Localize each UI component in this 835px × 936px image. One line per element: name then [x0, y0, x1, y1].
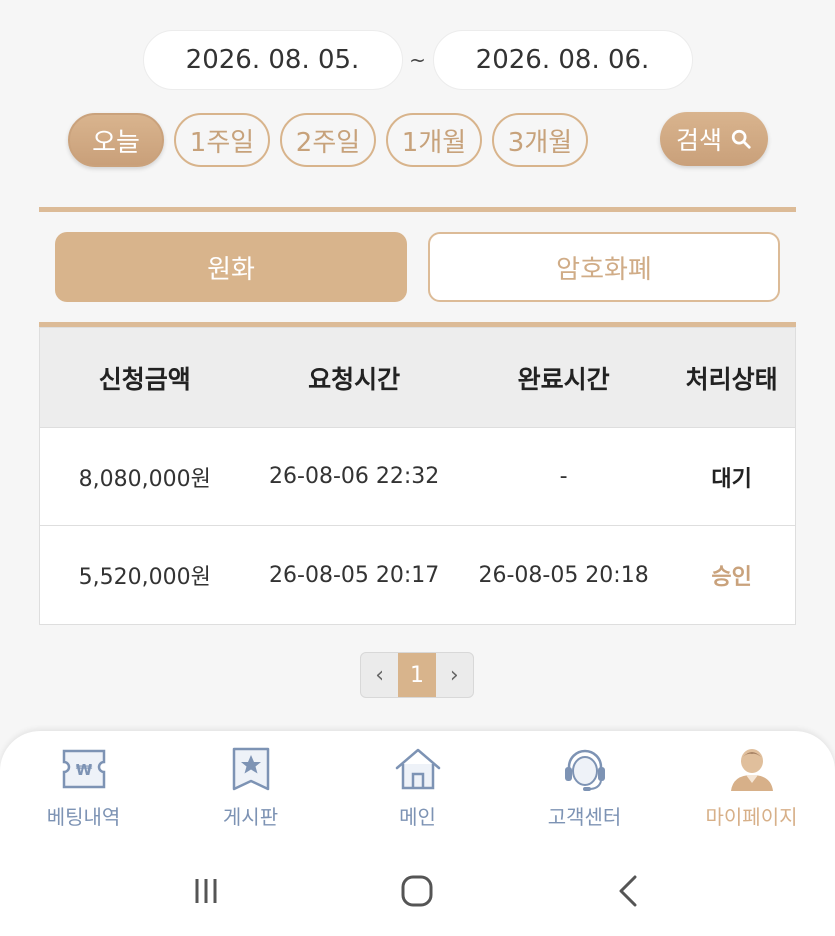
nav-label: 게시판: [222, 805, 279, 829]
table-row: 5,520,000원 26-08-05 20:17 26-08-05 20:18…: [40, 526, 795, 624]
status-badge: 대기: [711, 466, 752, 492]
next-page-button[interactable]: ›: [436, 653, 473, 697]
tab-crypto[interactable]: 암호화폐: [428, 232, 780, 302]
home-icon: [395, 748, 440, 790]
search-button[interactable]: 검색: [660, 112, 768, 166]
period-2week-button[interactable]: 2주일: [280, 113, 376, 167]
table-row: 8,080,000원 26-08-06 22:32 - 대기: [40, 428, 795, 526]
nav-label: 고객센터: [547, 805, 622, 829]
tab-krw[interactable]: 원화: [55, 232, 407, 302]
cell-amount: 5,520,000원: [78, 565, 211, 590]
table-header: 신청금액 요청시간 완료시간 처리상태: [40, 328, 795, 428]
home-button-icon[interactable]: [397, 871, 437, 911]
cell-requested: 26-08-05 20:17: [269, 562, 440, 588]
date-range: 2026. 08. 05. ~ 2026. 08. 06.: [0, 30, 835, 90]
currency-tabs: 원화 암호화폐: [55, 232, 780, 302]
prev-page-button[interactable]: ‹: [361, 653, 398, 697]
cell-requested: 26-08-06 22:32: [269, 464, 440, 489]
betting-ticket-icon: ₩: [62, 749, 105, 789]
back-icon[interactable]: [609, 871, 649, 911]
divider-top: [39, 207, 796, 212]
history-table: 신청금액 요청시간 완료시간 처리상태 8,080,000원 26-08-06 …: [39, 327, 796, 625]
bottom-nav: ₩ 베팅내역 게시판 메인 고객센터 마이페이지: [0, 731, 835, 846]
nav-board[interactable]: 게시판: [167, 731, 334, 846]
period-1month-button[interactable]: 1개월: [386, 113, 482, 167]
search-label: 검색: [675, 126, 722, 155]
pagination: ‹ 1 ›: [360, 652, 474, 698]
end-date-input[interactable]: 2026. 08. 06.: [432, 30, 693, 90]
nav-mypage[interactable]: 마이페이지: [668, 731, 835, 846]
nav-betting-history[interactable]: ₩ 베팅내역: [0, 731, 167, 846]
recent-apps-icon[interactable]: [186, 871, 226, 911]
cell-completed: -: [559, 464, 568, 489]
cell-amount: 8,080,000원: [78, 466, 211, 492]
page-1-button[interactable]: 1: [398, 653, 436, 697]
cell-completed: 26-08-05 20:18: [478, 562, 649, 588]
period-1week-button[interactable]: 1주일: [174, 113, 270, 167]
nav-label: 메인: [399, 805, 436, 829]
search-icon: [731, 129, 751, 149]
date-separator: ~: [409, 48, 426, 72]
board-star-icon: [232, 747, 269, 791]
nav-main[interactable]: 메인: [334, 731, 501, 846]
header-amount: 신청금액: [98, 364, 191, 394]
period-3month-button[interactable]: 3개월: [492, 113, 588, 167]
start-date-input[interactable]: 2026. 08. 05.: [142, 30, 403, 90]
header-requested: 요청시간: [308, 364, 401, 394]
header-status: 처리상태: [685, 364, 778, 394]
nav-label: 마이페이지: [705, 805, 798, 829]
header-completed: 완료시간: [517, 364, 610, 394]
user-icon: [730, 749, 773, 791]
system-nav-bar: [0, 846, 835, 936]
headset-icon: [564, 749, 605, 791]
period-today-button[interactable]: 오늘: [68, 113, 164, 167]
nav-customer-center[interactable]: 고객센터: [501, 731, 668, 846]
period-filter: 오늘 1주일 2주일 1개월 3개월 검색: [68, 112, 768, 168]
nav-label: 베팅내역: [46, 805, 121, 829]
svg-text:₩: ₩: [75, 761, 92, 779]
status-badge: 승인: [711, 565, 752, 590]
